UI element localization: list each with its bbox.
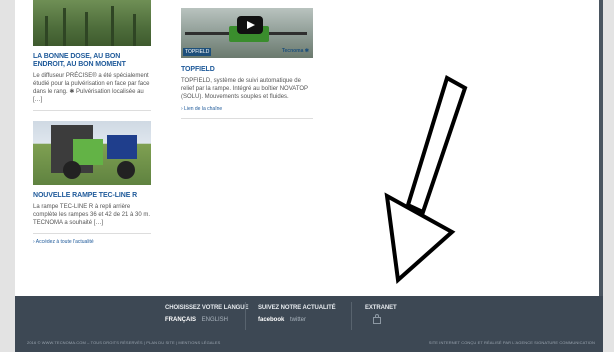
language-selector: CHOISISSEZ VOTRE LANGUE FRANÇAIS ENGLISH — [165, 305, 248, 323]
language-option-fr[interactable]: FRANÇAIS — [165, 317, 196, 323]
extranet-heading[interactable]: EXTRANET — [365, 305, 397, 311]
follow-heading: SUIVEZ NOTRE ACTUALITÉ — [258, 305, 336, 311]
down-left-arrow-icon — [384, 75, 468, 285]
arrow-shaft — [405, 75, 468, 215]
language-options: FRANÇAIS ENGLISH — [165, 317, 248, 323]
language-option-en[interactable]: ENGLISH — [202, 317, 228, 323]
site-footer: CHOISISSEZ VOTRE LANGUE FRANÇAIS ENGLISH… — [15, 296, 603, 352]
follow-news: SUIVEZ NOTRE ACTUALITÉ facebook twitter — [258, 305, 336, 323]
lock-icon[interactable] — [373, 314, 381, 324]
content-page: LA BONNE DOSE, AU BON ENDROIT, AU BON MO… — [15, 0, 603, 296]
facebook-link[interactable]: facebook — [258, 317, 284, 323]
social-links: facebook twitter — [258, 317, 336, 323]
footer-divider — [351, 302, 352, 330]
agency-credit[interactable]: SITE INTERNET CONÇU ET RÉALISÉ PAR L'AGE… — [429, 340, 595, 345]
language-heading: CHOISISSEZ VOTRE LANGUE — [165, 305, 249, 311]
footer-row: CHOISISSEZ VOTRE LANGUE FRANÇAIS ENGLISH… — [15, 296, 603, 334]
footer-divider — [245, 302, 246, 330]
extranet: EXTRANET — [365, 305, 397, 329]
twitter-link[interactable]: twitter — [290, 317, 306, 323]
copyright-text[interactable]: 2016 © WWW.TECNOMA.COM – TOUS DROITS RÉS… — [27, 340, 220, 345]
